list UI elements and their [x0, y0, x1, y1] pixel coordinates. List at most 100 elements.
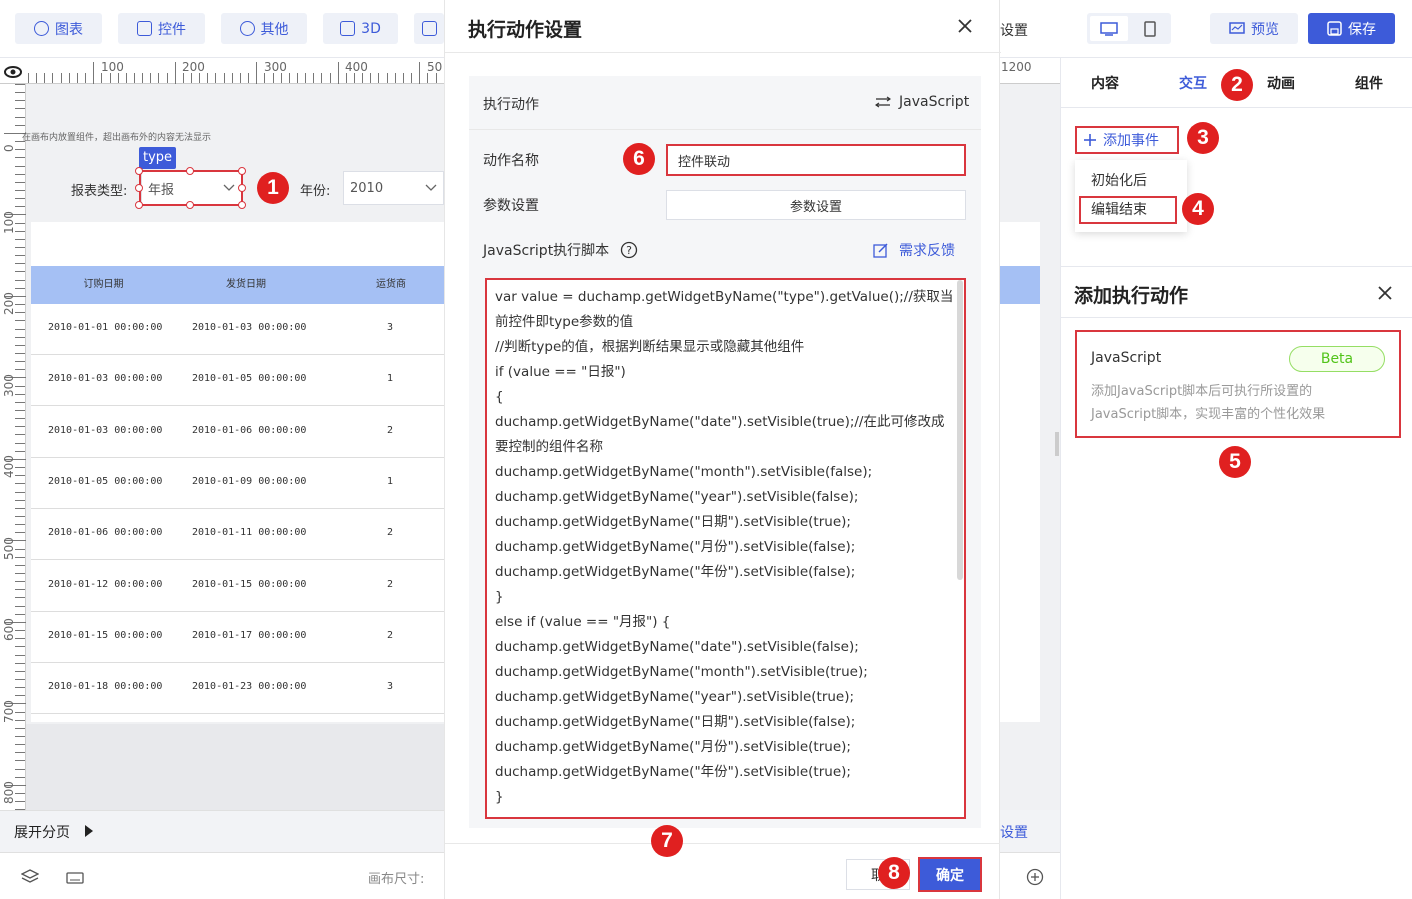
- table-cell: 2010-01-17 00:00:00: [192, 629, 307, 641]
- save-button[interactable]: 保存: [1308, 13, 1395, 44]
- ruler-top-label: 100: [101, 60, 124, 74]
- ruler-tick: [15, 662, 25, 664]
- close-icon[interactable]: [1377, 285, 1393, 301]
- chart-button[interactable]: 图表: [15, 13, 102, 44]
- zoom-in-icon[interactable]: [1026, 868, 1044, 886]
- preview-button[interactable]: 预览: [1210, 13, 1298, 44]
- ruler-tick: [15, 157, 25, 159]
- table-cell: 2010-01-05 00:00:00: [48, 475, 163, 487]
- resize-handle[interactable]: [238, 201, 246, 209]
- scrollbar[interactable]: [957, 280, 963, 580]
- event-option-edit-end[interactable]: 编辑结束: [1079, 196, 1177, 224]
- table-row: 2010-01-12 00:00:00 2010-01-15 00:00:00 2: [31, 560, 444, 612]
- statusbar-edge: [1000, 852, 1060, 899]
- resize-handle[interactable]: [135, 167, 143, 175]
- expand-paging-label[interactable]: 展开分页: [14, 822, 70, 842]
- ruler-tick: [15, 450, 25, 452]
- javascript-action-card[interactable]: JavaScript Beta 添加JavaScript脚本后可执行所设置的 J…: [1075, 330, 1401, 438]
- event-option-init[interactable]: 初始化后: [1091, 170, 1147, 190]
- ruler-tick: [15, 369, 25, 371]
- help-icon[interactable]: ?: [620, 241, 638, 259]
- tab-label: 交互: [1179, 76, 1207, 92]
- more-icon: [239, 21, 255, 36]
- ruler-tick: [15, 206, 25, 208]
- annotation-badge: 8: [878, 857, 910, 889]
- ruler-left-label: 600: [2, 618, 16, 641]
- play-icon[interactable]: [84, 824, 94, 838]
- ruler-tick: [15, 687, 25, 689]
- resize-handle[interactable]: [135, 201, 143, 209]
- threed-button[interactable]: 3D: [323, 13, 398, 44]
- desktop-toggle[interactable]: [1090, 16, 1128, 41]
- action-settings-dialog: 执行动作设置 执行动作 JavaScript 动作名称 控件联动 参数设置 参数…: [444, 0, 1001, 899]
- resize-handle[interactable]: [186, 201, 194, 209]
- settings-label[interactable]: 设置: [1000, 20, 1028, 40]
- ruler-tick: [15, 92, 25, 94]
- eye-icon[interactable]: [0, 58, 26, 84]
- desktop-icon: [1100, 21, 1118, 36]
- column-header: 发货日期: [226, 279, 266, 290]
- exec-action-label: 执行动作: [483, 97, 539, 113]
- more-tool-button[interactable]: [414, 13, 444, 44]
- script-editor[interactable]: var value = duchamp.getWidgetByName("typ…: [485, 278, 966, 819]
- code-line: duchamp.getWidgetByName("date").setVisib…: [495, 639, 859, 655]
- ruler-tick: [272, 73, 274, 83]
- table-cell: 2010-01-15 00:00:00: [192, 578, 307, 590]
- param-settings-button[interactable]: 参数设置: [666, 190, 966, 220]
- ruler-tick: [321, 73, 323, 83]
- ruler-tick: [117, 73, 119, 83]
- other-button[interactable]: 其他: [221, 13, 307, 44]
- ruler-tick: [15, 801, 25, 803]
- resize-handle[interactable]: [238, 167, 246, 175]
- tab-component[interactable]: 组件: [1325, 58, 1412, 108]
- panel-splitter[interactable]: [1055, 432, 1059, 456]
- resize-handle[interactable]: [135, 184, 143, 192]
- ruler-tick: [15, 581, 25, 583]
- table-row: 2010-01-18 00:00:00 2010-01-23 00:00:00 3: [31, 663, 444, 715]
- widget-button[interactable]: 控件: [118, 13, 205, 44]
- add-event-button[interactable]: 添加事件: [1075, 126, 1179, 154]
- layout-icon: [421, 21, 437, 36]
- close-icon[interactable]: [957, 18, 973, 34]
- ruler-tick: [28, 73, 29, 83]
- layers-icon[interactable]: [21, 869, 39, 885]
- mobile-toggle[interactable]: [1133, 16, 1167, 41]
- ruler-tick: [15, 507, 25, 509]
- js-card-title: JavaScript: [1091, 350, 1162, 366]
- resize-handle[interactable]: [238, 184, 246, 192]
- ruler-tick: [15, 760, 25, 762]
- keyboard-icon[interactable]: [66, 872, 84, 884]
- confirm-button[interactable]: 确定: [918, 857, 982, 892]
- action-name-input[interactable]: 控件联动: [666, 144, 966, 176]
- edit-icon[interactable]: [873, 242, 889, 258]
- ruler-tick: [15, 304, 25, 306]
- ruler-tick: [15, 401, 25, 403]
- resize-handle[interactable]: [186, 167, 194, 175]
- code-line: duchamp.getWidgetByName("month").setVisi…: [495, 464, 873, 480]
- year-select[interactable]: 2010: [343, 171, 444, 205]
- ruler-tick: [354, 73, 355, 83]
- ruler-tick: [15, 646, 25, 648]
- table-cell: 1: [387, 475, 394, 487]
- table-cell: 2010-01-01 00:00:00: [48, 322, 163, 333]
- ruler-tick: [133, 73, 135, 83]
- canvas-hint: 在画布内放置组件，超出画布外的内容无法显示: [22, 133, 212, 143]
- annotation-badge: 7: [651, 825, 683, 857]
- beta-badge: Beta: [1289, 346, 1385, 372]
- ruler-tick: [337, 62, 339, 84]
- swap-icon[interactable]: [875, 96, 891, 108]
- ruler-tick: [166, 73, 168, 83]
- ruler-tick: [125, 73, 127, 83]
- ruler-tick: [182, 73, 184, 83]
- ruler-tick: [15, 352, 25, 354]
- ruler-tick: [15, 597, 25, 599]
- feedback-link[interactable]: 需求反馈: [899, 240, 955, 260]
- settings-link[interactable]: 设置: [1000, 822, 1028, 842]
- annotation-badge: 6: [623, 143, 655, 175]
- table-cell: 2010-01-23 00:00:00: [192, 681, 307, 693]
- tab-content[interactable]: 内容: [1061, 58, 1149, 108]
- ruler-tick: [313, 73, 315, 83]
- ruler-tick: [15, 467, 25, 469]
- ruler-tick: [150, 73, 152, 83]
- ruler-tick: [264, 73, 266, 83]
